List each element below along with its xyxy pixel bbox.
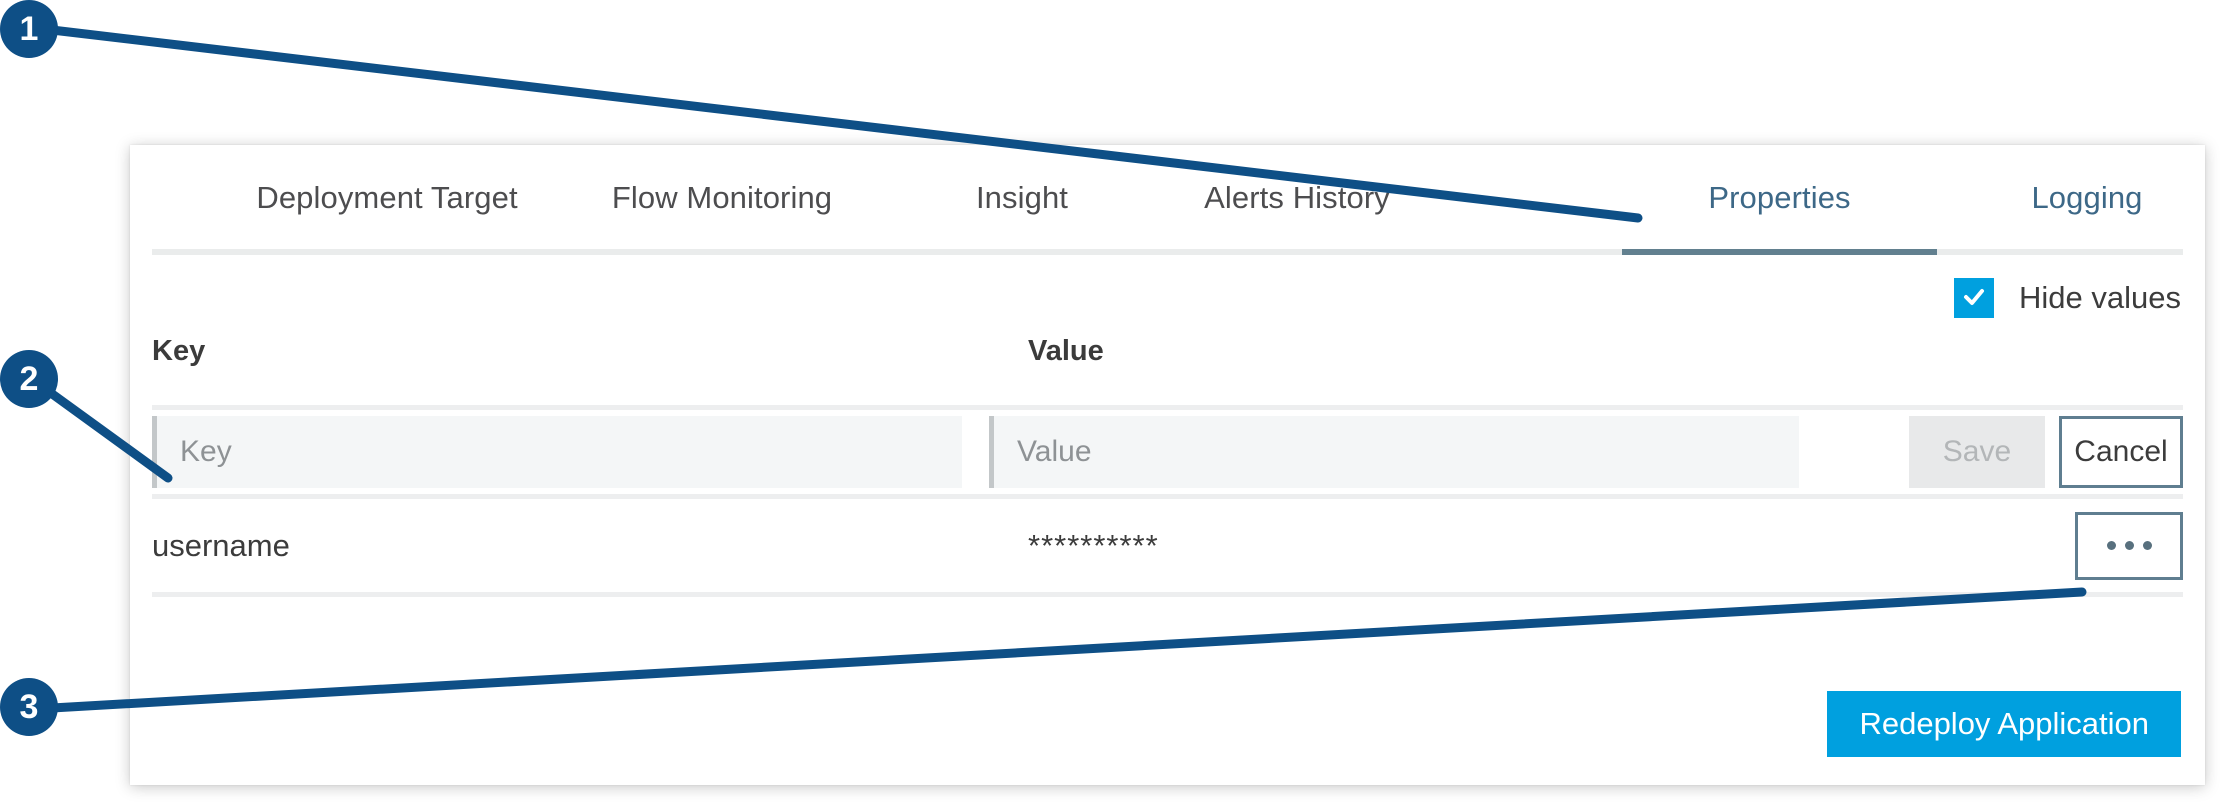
new-property-row: Key Value Save Cancel bbox=[152, 410, 2183, 494]
value-input-placeholder: Value bbox=[989, 435, 1092, 469]
key-input-placeholder: Key bbox=[152, 435, 232, 469]
callout-badge-2: 2 bbox=[0, 350, 58, 408]
tab-label: Insight bbox=[976, 180, 1068, 216]
callout-badge-1: 1 bbox=[0, 0, 58, 58]
table-row: username ********** bbox=[152, 499, 2183, 592]
properties-card: Deployment Target Flow Monitoring Insigh… bbox=[130, 145, 2205, 785]
edit-row-actions: Save Cancel bbox=[1909, 416, 2183, 488]
tab-logging[interactable]: Logging bbox=[1992, 145, 2182, 250]
tab-label: Properties bbox=[1708, 180, 1850, 216]
card-footer: Redeploy Application bbox=[1827, 691, 2181, 757]
hide-values-checkbox[interactable] bbox=[1954, 278, 1994, 318]
active-tab-indicator bbox=[1622, 249, 1937, 255]
property-value: ********** bbox=[1028, 528, 1159, 564]
tab-label: Flow Monitoring bbox=[612, 180, 832, 216]
column-header-value: Value bbox=[1028, 335, 1104, 368]
hide-values-label: Hide values bbox=[2019, 280, 2181, 316]
check-icon bbox=[1962, 286, 1986, 310]
property-key: username bbox=[152, 528, 290, 564]
redeploy-application-button[interactable]: Redeploy Application bbox=[1827, 691, 2181, 757]
ellipsis-icon bbox=[2143, 541, 2152, 550]
column-header-key: Key bbox=[152, 335, 205, 368]
save-button[interactable]: Save bbox=[1909, 416, 2045, 488]
row-menu-button[interactable] bbox=[2075, 512, 2183, 580]
tab-label: Deployment Target bbox=[256, 180, 517, 216]
value-input-field[interactable]: Value bbox=[989, 416, 1799, 488]
properties-table: Key Value Save Cancel username *********… bbox=[152, 405, 2183, 597]
hide-values-control[interactable]: Hide values bbox=[1954, 278, 2181, 318]
key-input-field[interactable]: Key bbox=[152, 416, 962, 488]
tab-deployment-target[interactable]: Deployment Target bbox=[222, 145, 552, 250]
tab-bar: Deployment Target Flow Monitoring Insigh… bbox=[152, 145, 2183, 253]
tab-alerts-history[interactable]: Alerts History bbox=[1152, 145, 1442, 250]
ellipsis-icon bbox=[2125, 541, 2134, 550]
tab-label: Logging bbox=[2031, 180, 2142, 216]
table-divider bbox=[152, 592, 2183, 597]
tab-insight[interactable]: Insight bbox=[922, 145, 1122, 250]
cancel-button[interactable]: Cancel bbox=[2059, 416, 2183, 488]
callout-badge-3: 3 bbox=[0, 678, 58, 736]
tab-properties[interactable]: Properties bbox=[1622, 145, 1937, 250]
tab-label: Alerts History bbox=[1204, 180, 1390, 216]
tab-flow-monitoring[interactable]: Flow Monitoring bbox=[572, 145, 872, 250]
ellipsis-icon bbox=[2107, 541, 2116, 550]
table-column-headers: Key Value bbox=[130, 335, 2205, 380]
